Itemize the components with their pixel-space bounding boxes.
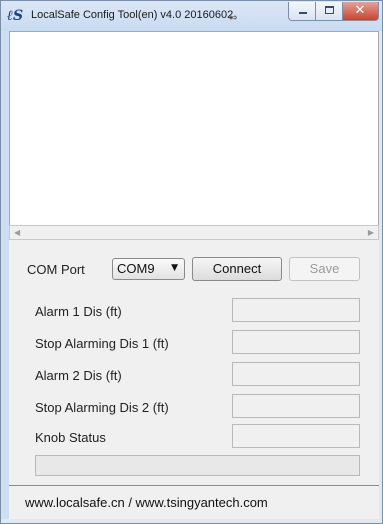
horizontal-scrollbar[interactable]: ◀ ▶ bbox=[9, 225, 379, 240]
stop-alarming-dis-2-field[interactable] bbox=[232, 394, 360, 418]
resize-arrows-icon: ⇔ bbox=[228, 11, 238, 24]
knob-status-label: Knob Status bbox=[35, 430, 106, 445]
com-port-label: COM Port bbox=[27, 262, 85, 277]
log-textbox[interactable] bbox=[9, 31, 379, 225]
alarm-2-dis-label: Alarm 2 Dis (ft) bbox=[35, 368, 122, 383]
com-port-value: COM9 bbox=[117, 261, 155, 276]
knob-status-field bbox=[232, 424, 360, 448]
close-button[interactable]: ✕ bbox=[343, 2, 379, 21]
chevron-down-icon: ▼ bbox=[171, 263, 178, 273]
window-title: LocalSafe Config Tool(en) v4.0 20160602 bbox=[31, 9, 234, 21]
save-button[interactable]: Save bbox=[289, 257, 360, 281]
scroll-left-icon[interactable]: ◀ bbox=[14, 228, 20, 237]
title-bar[interactable]: ℓS LocalSafe Config Tool(en) v4.0 201606… bbox=[1, 1, 382, 31]
stop-alarming-dis-1-field[interactable] bbox=[232, 330, 360, 354]
client-area: ◀ ▶ COM Port COM9 ▼ Connect Save Alarm 1… bbox=[9, 31, 379, 519]
connect-button[interactable]: Connect bbox=[192, 257, 282, 281]
footer-divider bbox=[9, 485, 379, 486]
maximize-icon bbox=[325, 6, 334, 14]
close-icon: ✕ bbox=[354, 3, 366, 18]
scroll-right-icon[interactable]: ▶ bbox=[368, 228, 374, 237]
localsafe-logo-icon: ℓS bbox=[7, 8, 24, 24]
maximize-button[interactable] bbox=[316, 2, 343, 21]
alarm-2-dis-field[interactable] bbox=[232, 362, 360, 386]
stop-alarming-dis-2-label: Stop Alarming Dis 2 (ft) bbox=[35, 400, 169, 415]
alarm-1-dis-field[interactable] bbox=[232, 298, 360, 322]
window-left-border bbox=[1, 31, 9, 519]
app-window: ℓS LocalSafe Config Tool(en) v4.0 201606… bbox=[0, 0, 383, 524]
com-port-select[interactable]: COM9 ▼ bbox=[112, 258, 185, 280]
footer-links: www.localsafe.cn / www.tsingyantech.com bbox=[25, 495, 268, 510]
minimize-button[interactable] bbox=[288, 2, 316, 21]
stop-alarming-dis-1-label: Stop Alarming Dis 1 (ft) bbox=[35, 336, 169, 351]
minimize-icon bbox=[299, 12, 307, 14]
alarm-1-dis-label: Alarm 1 Dis (ft) bbox=[35, 304, 122, 319]
progress-bar bbox=[35, 455, 360, 476]
